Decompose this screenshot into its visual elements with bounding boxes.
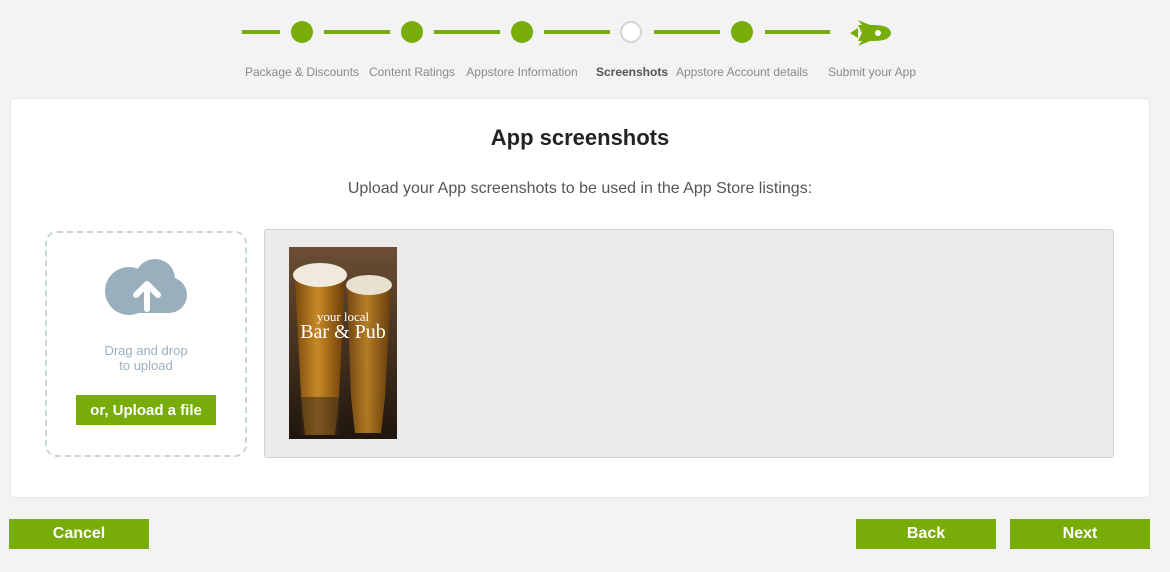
step-label-content-ratings[interactable]: Content Ratings [369, 65, 455, 79]
upload-dropzone[interactable]: Drag and drop to upload or, Upload a fil… [45, 231, 247, 457]
step-label-package[interactable]: Package & Discounts [245, 65, 359, 79]
screenshots-card: App screenshots Upload your App screensh… [10, 98, 1150, 498]
dropzone-text-line1: Drag and drop [104, 343, 188, 358]
step-dot-content-ratings[interactable] [401, 21, 423, 43]
step-label-submit[interactable]: Submit your App [828, 65, 916, 79]
cancel-button[interactable]: Cancel [9, 519, 149, 549]
step-label-account-details[interactable]: Appstore Account details [676, 65, 808, 79]
rocket-icon[interactable] [848, 20, 892, 46]
back-button[interactable]: Back [856, 519, 996, 549]
upload-file-button[interactable]: or, Upload a file [76, 395, 216, 425]
step-label-screenshots[interactable]: Screenshots [596, 65, 668, 79]
screenshot-gallery: your local Bar & Pub [264, 229, 1114, 458]
stepper-connector [242, 30, 280, 34]
dropzone-text: Drag and drop to upload [47, 343, 245, 373]
step-dot-appstore-info[interactable] [511, 21, 533, 43]
step-dot-screenshots[interactable] [620, 21, 642, 43]
dropzone-text-line2: to upload [119, 358, 173, 373]
progress-stepper: Package & Discounts Content Ratings Apps… [0, 0, 1170, 95]
next-button[interactable]: Next [1010, 519, 1150, 549]
cloud-upload-icon [105, 259, 187, 315]
step-label-appstore-info[interactable]: Appstore Information [466, 65, 577, 79]
stepper-connector [765, 30, 830, 34]
page-title: App screenshots [490, 125, 670, 150]
stepper-connector [434, 30, 500, 34]
stepper-connector [654, 30, 720, 34]
screenshot-thumbnail[interactable]: your local Bar & Pub [289, 247, 397, 439]
step-dot-package[interactable] [291, 21, 313, 43]
step-dot-account-details[interactable] [731, 21, 753, 43]
stepper-connector [544, 30, 610, 34]
stepper-connector [324, 30, 390, 34]
thumbnail-caption-large: Bar & Pub [300, 321, 386, 343]
page-subtitle: Upload your App screenshots to be used i… [347, 180, 813, 197]
